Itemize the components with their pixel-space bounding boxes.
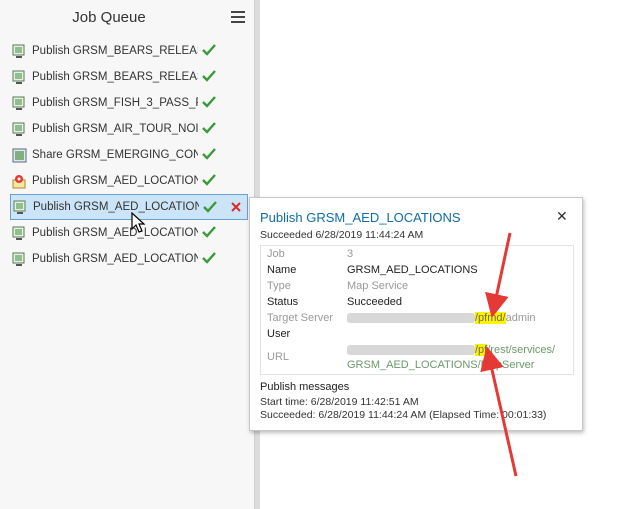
job-queue-pane: Job Queue Publish GRSM_BEARS_RELEASE_Pub…: [0, 0, 254, 509]
job-label: Publish GRSM_AIR_TOUR_NOISE: [32, 123, 198, 135]
detail-row-type: Type Map Service: [261, 278, 573, 294]
detail-key: Type: [267, 280, 291, 292]
mouse-cursor-icon: [131, 212, 146, 233]
hamburger-menu-icon[interactable]: [231, 11, 245, 23]
detail-value-tail: admin: [505, 312, 536, 324]
location-publish-icon: [12, 174, 27, 189]
detail-value: Succeeded: [347, 296, 403, 308]
check-icon: [202, 44, 216, 56]
job-item[interactable]: Publish GRSM_BEARS_RELEASE_: [10, 38, 248, 64]
map-publish-icon: [13, 200, 28, 215]
pane-title: Job Queue: [72, 9, 146, 26]
detail-row-job: Job 3: [261, 246, 573, 262]
highlighted-text: /pf: [475, 344, 488, 356]
job-label: Publish GRSM_AED_LOCATIONS_: [32, 175, 198, 187]
check-icon: [202, 96, 216, 108]
popup-close-button[interactable]: ✕: [556, 208, 568, 225]
job-item[interactable]: Publish GRSM_AED_LOCATIONS_: [10, 168, 248, 194]
detail-row-url: URL /pf/rest/services/GRSM_AED_LOCATIONS…: [261, 342, 573, 374]
map-publish-icon: [12, 70, 27, 85]
detail-value: /pfmd/admin: [347, 312, 536, 324]
check-icon: [203, 201, 217, 213]
detail-key: Job: [267, 248, 285, 260]
job-list: Publish GRSM_BEARS_RELEASE_ Publish GRSM_…: [10, 38, 248, 272]
map-publish-icon: [12, 44, 27, 59]
job-label: Publish GRSM_AED_LOCATIONS: [32, 253, 198, 265]
job-item[interactable]: Publish GRSM_BEARS_RELEASE_: [10, 64, 248, 90]
popup-title: Publish GRSM_AED_LOCATIONS: [260, 210, 461, 225]
detail-value: Map Service: [347, 280, 409, 292]
detail-key: Status: [267, 296, 299, 308]
job-item[interactable]: Publish GRSM_FISH_3_PASS_PT: [10, 90, 248, 116]
url-link[interactable]: /pf/rest/services/GRSM_AED_LOCATIONS/Map…: [347, 343, 555, 373]
check-icon: [202, 226, 216, 238]
job-item[interactable]: Publish GRSM_AED_LOCATIONS_: [10, 220, 248, 246]
job-label: Publish GRSM_AED_LOCATIONS: [33, 201, 199, 213]
detail-key: User: [267, 328, 291, 340]
check-icon: [202, 252, 216, 264]
job-item[interactable]: Publish GRSM_AIR_TOUR_NOISE: [10, 116, 248, 142]
check-icon: [202, 122, 216, 134]
check-icon: [202, 148, 216, 160]
detail-row-user: User: [261, 326, 573, 342]
check-icon: [202, 70, 216, 82]
detail-row-name: Name GRSM_AED_LOCATIONS: [261, 262, 573, 278]
job-label: Share GRSM_EMERGING_CONTA: [32, 149, 198, 161]
detail-key: Target Server: [267, 312, 334, 324]
job-label: Publish GRSM_FISH_3_PASS_PT: [32, 97, 198, 109]
cancel-job-icon[interactable]: [229, 200, 243, 214]
publish-messages-title: Publish messages: [260, 381, 350, 393]
check-icon: [202, 174, 216, 186]
map-publish-icon: [12, 122, 27, 137]
job-label: Publish GRSM_BEARS_RELEASE_: [32, 45, 198, 57]
detail-row-status: Status Succeeded: [261, 294, 573, 310]
map-publish-icon: [12, 96, 27, 111]
job-item[interactable]: Share GRSM_EMERGING_CONTA: [10, 142, 248, 168]
share-map-icon: [12, 148, 27, 163]
job-label: Publish GRSM_AED_LOCATIONS_: [32, 227, 198, 239]
job-item[interactable]: Publish GRSM_AED_LOCATIONS: [10, 194, 248, 220]
job-label: Publish GRSM_BEARS_RELEASE_: [32, 71, 198, 83]
redacted-text: [347, 313, 475, 324]
url-tail: /rest/services/: [487, 344, 556, 356]
message-succeeded: Succeeded: 6/28/2019 11:44:24 AM (Elapse…: [260, 409, 547, 421]
map-publish-icon: [12, 252, 27, 267]
job-details-table: Job 3 Name GRSM_AED_LOCATIONS Type Map S…: [260, 245, 574, 375]
detail-value: 3: [347, 248, 354, 260]
detail-value: GRSM_AED_LOCATIONS: [347, 264, 478, 276]
url-line-2: GRSM_AED_LOCATIONS/MapServer: [347, 359, 535, 371]
highlighted-text: /pfmd/: [475, 312, 506, 324]
job-item[interactable]: Publish GRSM_AED_LOCATIONS: [10, 246, 248, 272]
redacted-text: [347, 345, 475, 356]
detail-row-target-server: Target Server /pfmd/admin: [261, 310, 573, 326]
popup-subtitle: Succeeded 6/28/2019 11:44:24 AM: [260, 229, 424, 241]
detail-key: URL: [267, 351, 290, 363]
job-details-popup: Publish GRSM_AED_LOCATIONS ✕ Succeeded 6…: [249, 197, 583, 431]
message-start-time: Start time: 6/28/2019 11:42:51 AM: [260, 396, 419, 408]
detail-key: Name: [267, 264, 297, 276]
map-publish-icon: [12, 226, 27, 241]
